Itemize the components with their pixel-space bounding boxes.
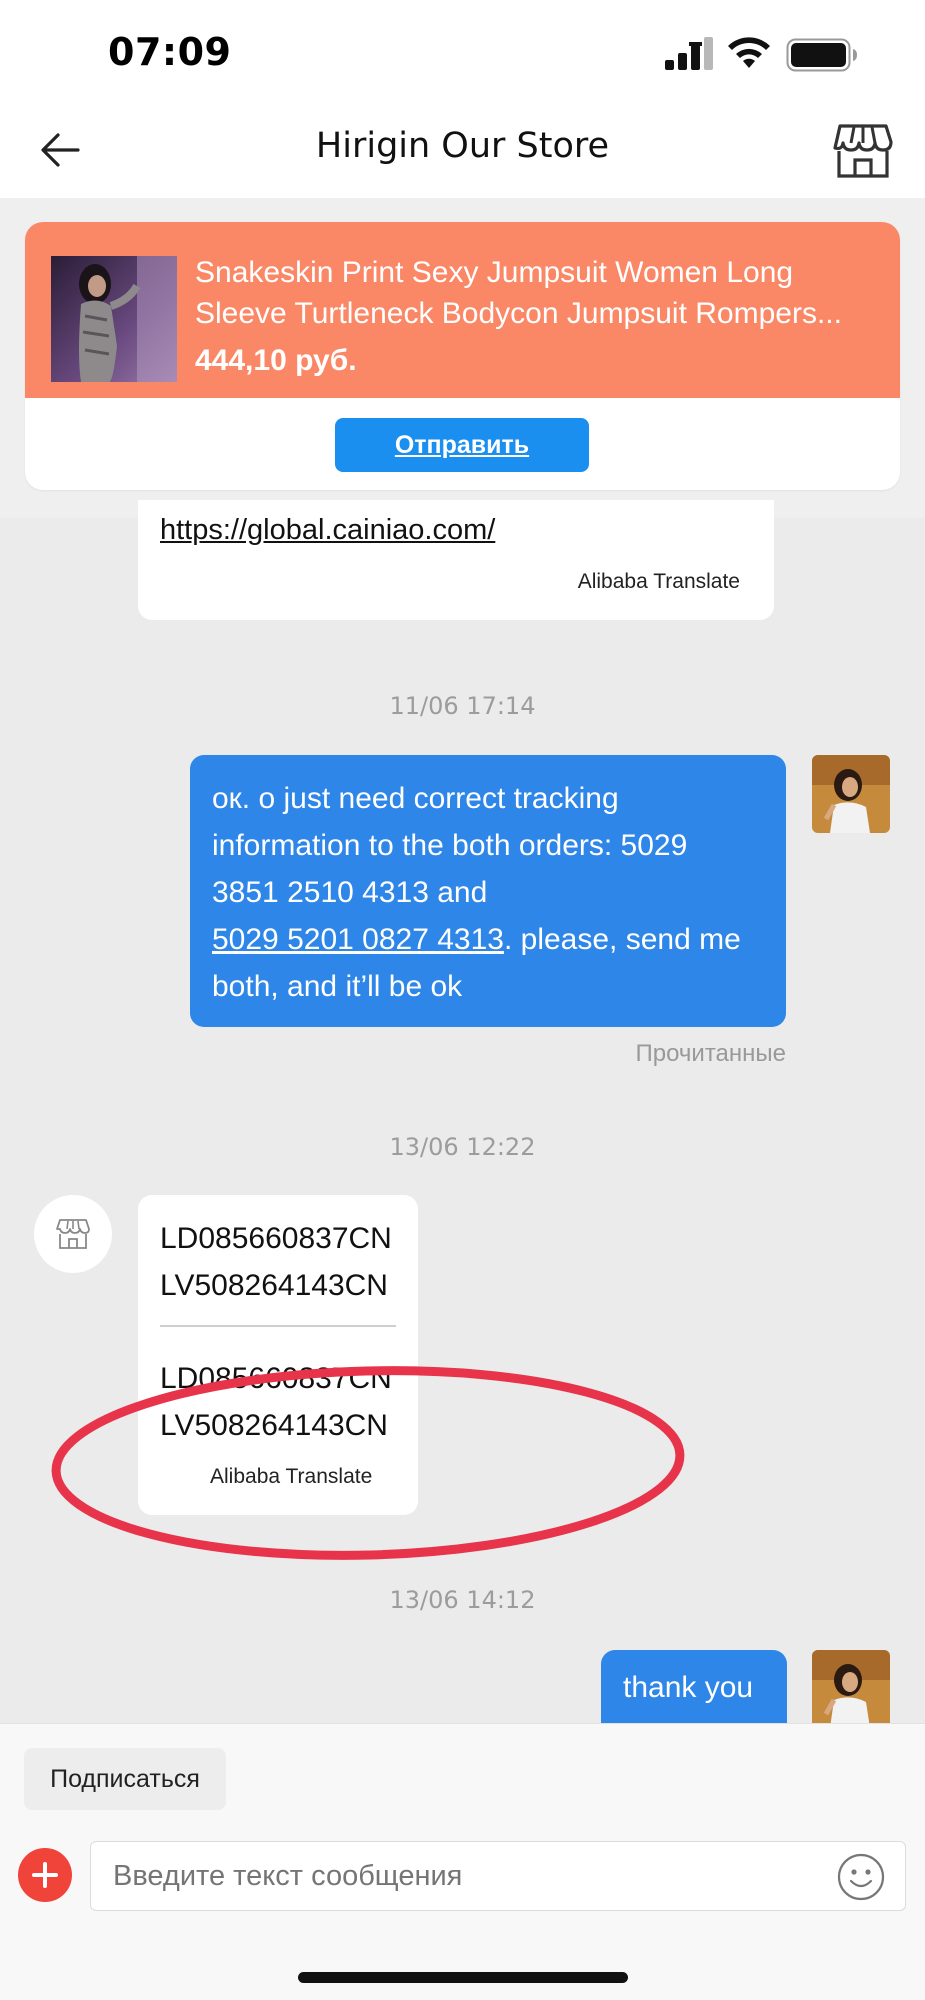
battery-icon bbox=[786, 38, 857, 72]
status-time: 07:09 bbox=[108, 30, 232, 74]
read-status: Прочитанные bbox=[635, 1040, 786, 1067]
divider bbox=[160, 1325, 396, 1327]
home-indicator bbox=[298, 1972, 628, 1983]
emoji-button[interactable] bbox=[836, 1852, 886, 1902]
tracking-number: LD085660837CN bbox=[160, 1222, 392, 1255]
store-avatar-icon bbox=[56, 1219, 90, 1249]
product-thumbnail[interactable] bbox=[51, 256, 177, 382]
message-bubble-outgoing: thank you bbox=[601, 1650, 787, 1725]
avatar[interactable] bbox=[812, 1650, 890, 1725]
send-product-button[interactable]: Отправить bbox=[335, 418, 589, 472]
timestamp: 13/06 12:22 bbox=[389, 1133, 536, 1161]
page-title: Hirigin Our Store bbox=[315, 126, 610, 166]
product-name-line1: Snakeskin Print Sexy Jumpsuit Women Long bbox=[195, 256, 794, 289]
message-text: ок. o just need correct tracking informa… bbox=[212, 775, 772, 1010]
message-input[interactable] bbox=[90, 1841, 906, 1911]
tracking-number: LV508264143CN bbox=[160, 1269, 388, 1302]
message-line-rest: . please, send me bbox=[503, 923, 741, 956]
message-line: both, and it’ll be ok bbox=[212, 970, 463, 1003]
message-line: ок. o just need correct tracking bbox=[212, 782, 619, 815]
store-button[interactable] bbox=[830, 118, 896, 184]
signal-icon bbox=[665, 37, 713, 70]
composer-bar: Подписаться bbox=[0, 1723, 925, 2000]
message-line: 5029 5201 0827 4313. please, send me bbox=[212, 916, 772, 963]
product-name: Snakeskin Print Sexy Jumpsuit Women Long… bbox=[195, 252, 885, 334]
tracking-number-link[interactable]: 5029 5201 0827 4313 bbox=[212, 923, 504, 956]
store-avatar[interactable] bbox=[34, 1195, 112, 1273]
status-bar: 07:09 bbox=[0, 0, 925, 100]
product-price: 444,10 руб. bbox=[195, 344, 357, 377]
subscribe-button[interactable]: Подписаться bbox=[24, 1748, 226, 1810]
message-line: 3851 2510 4313 and bbox=[212, 876, 488, 909]
annotation-ellipse bbox=[51, 1366, 685, 1560]
add-attachment-button[interactable] bbox=[18, 1848, 72, 1902]
message-text: thank you bbox=[623, 1671, 754, 1704]
product-name-line2: Sleeve Turtleneck Bodycon Jumpsuit Rompe… bbox=[195, 297, 842, 330]
timestamp: 13/06 14:12 bbox=[389, 1586, 536, 1614]
product-header[interactable]: Snakeskin Print Sexy Jumpsuit Women Long… bbox=[25, 222, 900, 398]
timestamp: 11/06 17:14 bbox=[389, 692, 536, 720]
translate-tag: Alibaba Translate bbox=[577, 570, 740, 593]
plus-icon bbox=[32, 1862, 58, 1888]
emoji-icon bbox=[837, 1853, 885, 1901]
product-card[interactable]: Snakeskin Print Sexy Jumpsuit Women Long… bbox=[25, 222, 900, 490]
nav-bar: Hirigin Our Store bbox=[0, 100, 925, 198]
message-link[interactable]: https://global.cainiao.com/ bbox=[160, 514, 495, 547]
message-bubble-incoming: https://global.cainiao.com/ Alibaba Tran… bbox=[138, 500, 774, 620]
avatar[interactable] bbox=[812, 755, 890, 833]
message-bubble-outgoing: ок. o just need correct tracking informa… bbox=[190, 755, 786, 1027]
wifi-icon bbox=[728, 37, 770, 68]
message-line: information to the both orders: 5029 bbox=[212, 829, 688, 862]
store-icon bbox=[833, 124, 893, 178]
